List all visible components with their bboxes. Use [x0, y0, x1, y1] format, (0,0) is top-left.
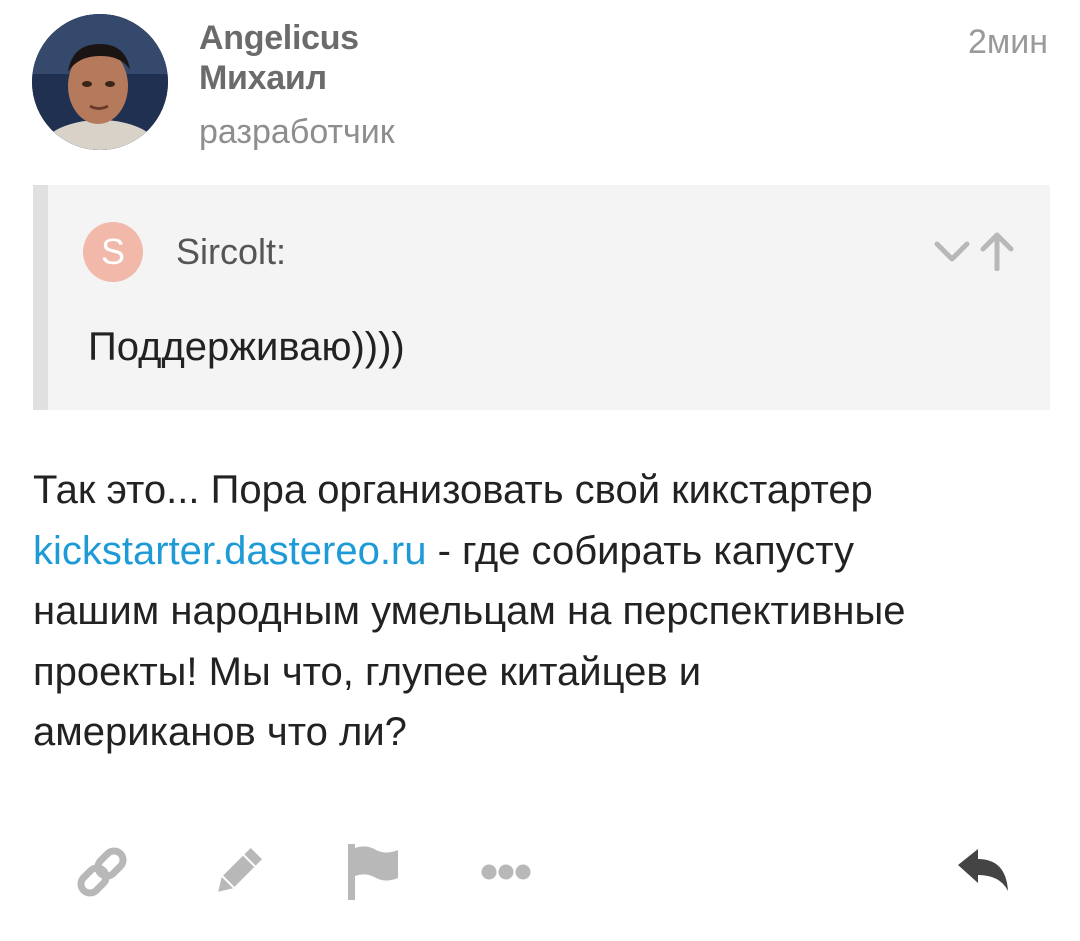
quote-author-avatar[interactable]: S — [83, 222, 143, 282]
link-icon[interactable] — [70, 840, 134, 904]
author-info: Angelicus Михаил разработчик — [199, 18, 395, 152]
reply-icon[interactable] — [952, 840, 1012, 904]
chevron-down-icon[interactable] — [934, 235, 970, 269]
author-name[interactable]: Михаил — [199, 58, 395, 98]
post-body-line: нашим народным умельцам на перспективные — [33, 589, 906, 633]
post-body: Так это... Пора организовать свой кикста… — [33, 460, 1053, 763]
quote-author-name[interactable]: Sircolt: — [176, 231, 286, 273]
more-dots-icon[interactable] — [478, 840, 534, 904]
author-avatar[interactable] — [32, 14, 168, 150]
quoted-comment: S Sircolt: Поддерживаю)))) — [33, 185, 1050, 410]
post-body-line: американов что ли? — [33, 710, 407, 754]
quote-text: Поддерживаю)))) — [88, 325, 405, 369]
post-body-text: - где собирать капусту — [426, 528, 854, 573]
author-username[interactable]: Angelicus — [199, 18, 395, 58]
flag-icon[interactable] — [342, 840, 402, 904]
pencil-icon[interactable] — [208, 840, 268, 904]
arrow-up-icon[interactable] — [980, 231, 1014, 272]
post-link[interactable]: kickstarter.dastereo.ru — [33, 529, 427, 573]
post-body-line: проекты! Мы что, глупее китайцев и — [33, 649, 702, 694]
author-role: разработчик — [199, 113, 395, 151]
post-timestamp: 2мин — [967, 23, 1048, 61]
post-body-line: kickstarter.dastereo.ru - где собирать к… — [33, 521, 1053, 582]
post-body-line: Так это... Пора организовать свой кикста… — [33, 468, 873, 512]
